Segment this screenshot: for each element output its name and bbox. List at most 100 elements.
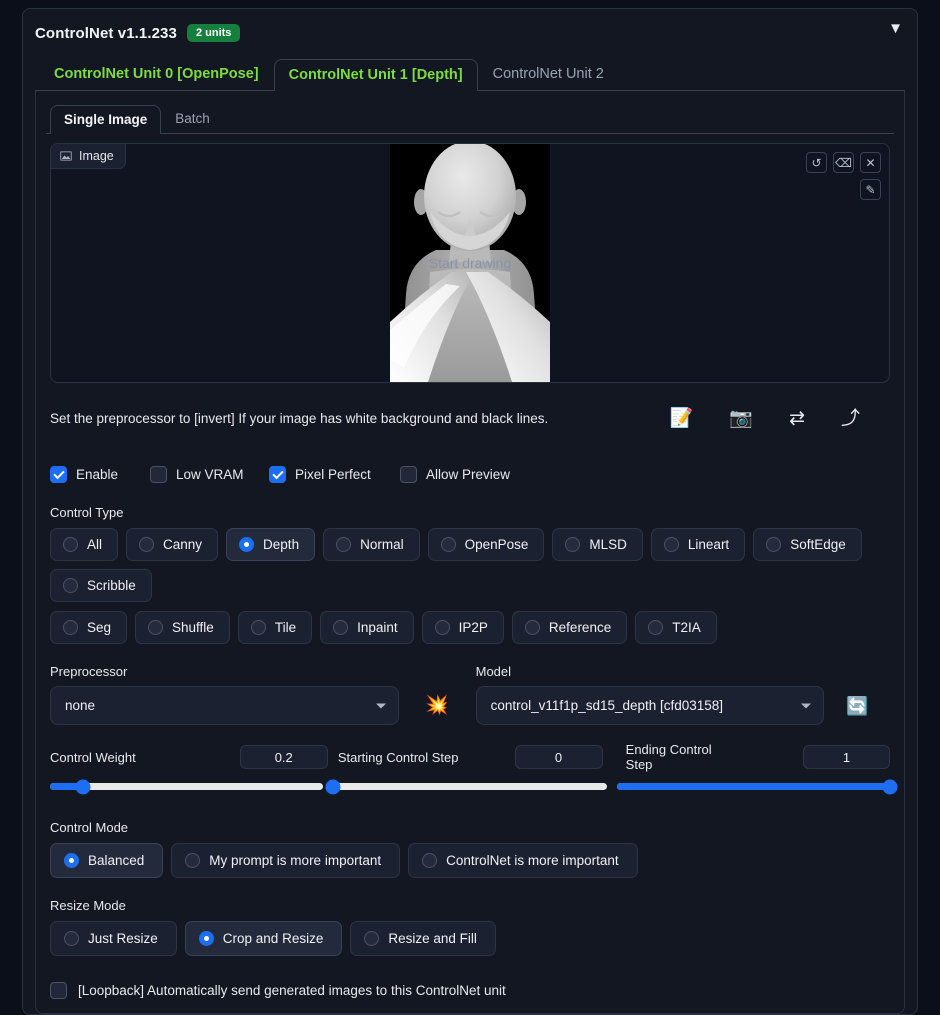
tab-controlnet-unit-1[interactable]: ControlNet Unit 1 [Depth] (274, 59, 478, 91)
checkbox-low-vram[interactable]: Low VRAM (150, 466, 269, 483)
preprocessor-select[interactable]: none (50, 686, 399, 725)
control-type-mlsd[interactable]: MLSD (552, 528, 643, 561)
control-type-mlsd-label: MLSD (589, 537, 627, 552)
radio-dot[interactable] (565, 537, 580, 552)
model-value: control_v11f1p_sd15_depth [cfd03158] (491, 698, 723, 713)
refresh-models-group: 🔄 (824, 686, 890, 725)
radio-dot[interactable] (64, 931, 79, 946)
radio-dot[interactable] (766, 537, 781, 552)
radio-dot[interactable] (364, 931, 379, 946)
refresh-models-icon[interactable]: 🔄 (844, 693, 870, 719)
checkbox-enable[interactable]: Enable (50, 466, 150, 483)
webcam-icon[interactable]: 📷 (729, 409, 753, 428)
collapse-caret-icon[interactable]: ▼ (888, 21, 903, 36)
control-type-inpaint[interactable]: Inpaint (320, 611, 414, 644)
control-mode-controlnet[interactable]: ControlNet is more important (408, 843, 638, 878)
checkbox-loopback-label: [Loopback] Automatically send generated … (78, 983, 506, 998)
radio-dot[interactable] (435, 620, 450, 635)
starting-control-step-slider[interactable] (333, 783, 606, 790)
tab-single-image[interactable]: Single Image (50, 105, 161, 134)
image-drop-zone[interactable]: Image (50, 143, 890, 383)
run-preprocessor-icon[interactable]: 💥 (425, 696, 449, 715)
control-type-normal[interactable]: Normal (323, 528, 420, 561)
control-weight-slider-thumb[interactable] (75, 779, 90, 794)
control-type-depth-label: Depth (263, 537, 299, 552)
control-type-openpose[interactable]: OpenPose (428, 528, 545, 561)
control-mode-balanced[interactable]: Balanced (50, 843, 163, 878)
radio-dot[interactable] (336, 537, 351, 552)
radio-dot[interactable] (251, 620, 266, 635)
ending-control-step-slider-thumb[interactable] (882, 779, 897, 794)
starting-control-step-slider-thumb[interactable] (326, 779, 341, 794)
control-weight-slider[interactable] (50, 783, 323, 790)
radio-dot[interactable] (63, 578, 78, 593)
control-mode-my-prompt[interactable]: My prompt is more important (171, 843, 400, 878)
image-toolbar-row-1: ↺ ⌫ ✕ (806, 152, 881, 173)
checkbox-loopback-box[interactable] (50, 982, 67, 999)
control-type-depth[interactable]: Depth (226, 528, 315, 561)
checkbox-enable-box[interactable] (50, 466, 67, 483)
radio-dot[interactable] (63, 620, 78, 635)
checkbox-low-vram-box[interactable] (150, 466, 167, 483)
control-mode-label: Control Mode (50, 820, 890, 835)
chevron-down-icon[interactable] (801, 703, 811, 708)
control-type-tile-label: Tile (275, 620, 296, 635)
eraser-icon[interactable]: ⌫ (833, 152, 854, 173)
close-icon[interactable]: ✕ (860, 152, 881, 173)
radio-dot[interactable] (63, 537, 78, 552)
preprocessor-group: Preprocessor none (50, 664, 399, 725)
control-type-reference-label: Reference (549, 620, 611, 635)
control-type-label: Control Type (50, 505, 890, 520)
ending-control-step-value[interactable]: 1 (803, 745, 890, 769)
checkbox-loopback[interactable]: [Loopback] Automatically send generated … (50, 982, 890, 999)
checkbox-allow-preview-box[interactable] (400, 466, 417, 483)
control-type-tile[interactable]: Tile (238, 611, 312, 644)
mirror-webcam-icon[interactable]: ⇄ (789, 409, 805, 428)
ending-control-step-slider[interactable] (617, 783, 890, 790)
control-type-shuffle[interactable]: Shuffle (135, 611, 230, 644)
checkbox-allow-preview[interactable]: Allow Preview (400, 466, 510, 483)
control-type-t2ia[interactable]: T2IA (635, 611, 717, 644)
control-mode-controlnet-label: ControlNet is more important (446, 853, 619, 868)
tab-batch[interactable]: Batch (161, 104, 224, 133)
control-type-scribble[interactable]: Scribble (50, 569, 152, 602)
send-dimensions-icon[interactable]: ⤴ (841, 409, 860, 428)
radio-dot[interactable] (148, 620, 163, 635)
checkbox-pixel-perfect[interactable]: Pixel Perfect (269, 466, 400, 483)
tab-controlnet-unit-0[interactable]: ControlNet Unit 0 [OpenPose] (39, 58, 274, 90)
controlnet-panel: ControlNet v1.1.233 2 units ▼ ControlNet… (22, 8, 918, 1015)
radio-dot[interactable] (199, 931, 214, 946)
control-type-reference[interactable]: Reference (512, 611, 627, 644)
control-weight-value[interactable]: 0.2 (240, 745, 328, 769)
control-type-ip2p[interactable]: IP2P (422, 611, 504, 644)
undo-icon[interactable]: ↺ (806, 152, 827, 173)
resize-mode-crop-and-resize[interactable]: Crop and Resize (185, 921, 343, 956)
control-type-seg[interactable]: Seg (50, 611, 127, 644)
radio-dot[interactable] (333, 620, 348, 635)
source-tab-bar: Single Image Batch (46, 103, 894, 134)
radio-dot[interactable] (185, 853, 200, 868)
radio-dot[interactable] (139, 537, 154, 552)
radio-dot[interactable] (525, 620, 540, 635)
tab-controlnet-unit-2[interactable]: ControlNet Unit 2 (478, 58, 619, 90)
radio-dot[interactable] (422, 853, 437, 868)
open-new-canvas-icon[interactable]: 📝 (670, 409, 694, 428)
control-type-all[interactable]: All (50, 528, 118, 561)
checkbox-pixel-perfect-box[interactable] (269, 466, 286, 483)
radio-dot[interactable] (664, 537, 679, 552)
control-type-lineart[interactable]: Lineart (651, 528, 745, 561)
resize-mode-just-resize[interactable]: Just Resize (50, 921, 177, 956)
radio-dot[interactable] (648, 620, 663, 635)
starting-control-step-value[interactable]: 0 (515, 745, 603, 769)
chevron-down-icon[interactable] (376, 703, 386, 708)
control-type-softedge[interactable]: SoftEdge (753, 528, 862, 561)
page-title: ControlNet v1.1.233 (35, 25, 177, 42)
model-select[interactable]: control_v11f1p_sd15_depth [cfd03158] (476, 686, 825, 725)
pen-icon[interactable]: ✎ (860, 179, 881, 200)
radio-dot[interactable] (64, 853, 79, 868)
radio-dot[interactable] (239, 537, 254, 552)
slider-block: Control Weight 0.2 Starting Control Step… (50, 742, 890, 790)
radio-dot[interactable] (441, 537, 456, 552)
control-type-canny[interactable]: Canny (126, 528, 218, 561)
resize-mode-resize-and-fill[interactable]: Resize and Fill (350, 921, 496, 956)
